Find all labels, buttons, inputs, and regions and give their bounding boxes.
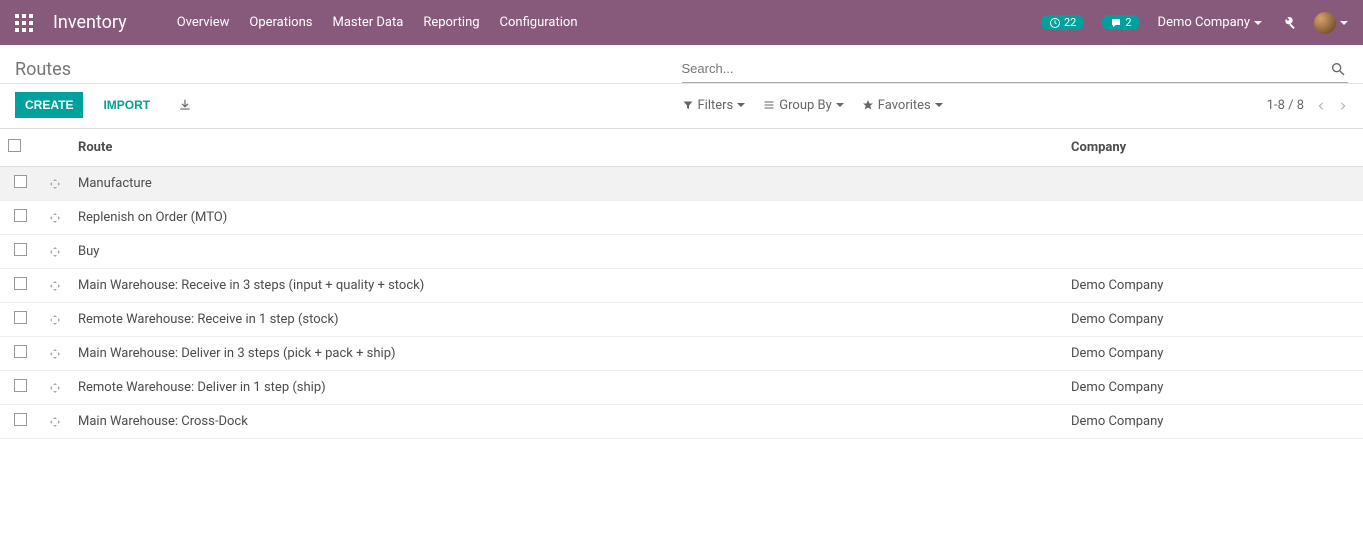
main-menu: Overview Operations Master Data Reportin… [167,15,1041,30]
route-cell: Replenish on Order (MTO) [78,210,227,225]
column-route[interactable]: Route [70,129,1063,167]
drag-handle-icon[interactable] [49,414,61,429]
route-cell: Buy [78,244,99,259]
row-checkbox[interactable] [14,209,27,222]
apps-icon[interactable] [15,14,33,32]
pager-next-icon[interactable] [1338,96,1348,115]
company-cell: Demo Company [1071,278,1163,293]
route-cell: Remote Warehouse: Deliver in 1 step (shi… [78,380,326,395]
drag-handle-icon[interactable] [49,278,61,293]
company-cell: Demo Company [1071,380,1163,395]
drag-handle-icon[interactable] [49,380,61,395]
control-panel-top: Routes [0,45,1363,84]
drag-handle-icon[interactable] [49,312,61,327]
drag-handle-icon[interactable] [49,210,61,225]
developer-tools-icon[interactable] [1280,15,1296,31]
messages-count: 2 [1125,16,1131,29]
table-row[interactable]: Manufacture [0,167,1363,201]
caret-down-icon [935,103,943,107]
search-icon[interactable] [1328,61,1348,77]
nav-right: 22 2 Demo Company [1041,12,1348,34]
table-row[interactable]: Remote Warehouse: Deliver in 1 step (shi… [0,371,1363,405]
caret-down-icon [737,103,745,107]
avatar [1314,12,1336,34]
search-input[interactable] [682,55,1329,82]
table-row[interactable]: Remote Warehouse: Receive in 1 step (sto… [0,303,1363,337]
row-checkbox[interactable] [14,311,27,324]
route-cell: Main Warehouse: Deliver in 3 steps (pick… [78,346,396,361]
company-cell: Demo Company [1071,346,1163,361]
row-checkbox[interactable] [14,345,27,358]
menu-master-data[interactable]: Master Data [322,15,413,30]
activities-count: 22 [1064,16,1076,29]
row-checkbox[interactable] [14,243,27,256]
filters-label: Filters [698,98,734,113]
table-row[interactable]: Replenish on Order (MTO) [0,201,1363,235]
import-button[interactable]: Import [93,92,160,118]
messages-badge[interactable]: 2 [1102,15,1139,30]
pager: 1-8 / 8 [1267,96,1348,115]
pager-prev-icon[interactable] [1316,96,1326,115]
control-panel-bottom: Create Import Filters Group By Favorites… [0,84,1363,128]
filters-dropdown[interactable]: Filters [682,98,746,113]
create-button[interactable]: Create [15,92,83,118]
brand-title[interactable]: Inventory [53,12,127,33]
search-area [682,55,1349,83]
table-row[interactable]: Buy [0,235,1363,269]
caret-down-icon [836,103,844,107]
menu-reporting[interactable]: Reporting [413,15,489,30]
caret-down-icon [1340,21,1348,25]
favorites-dropdown[interactable]: Favorites [862,98,943,113]
route-cell: Main Warehouse: Receive in 3 steps (inpu… [78,278,424,293]
activities-badge[interactable]: 22 [1041,15,1084,30]
company-switcher[interactable]: Demo Company [1158,15,1262,30]
menu-configuration[interactable]: Configuration [490,15,588,30]
favorites-label: Favorites [878,98,931,113]
top-nav: Inventory Overview Operations Master Dat… [0,0,1363,45]
table-row[interactable]: Main Warehouse: Cross-Dock Demo Company [0,405,1363,439]
drag-handle-icon[interactable] [49,244,61,259]
company-cell: Demo Company [1071,312,1163,327]
drag-handle-icon[interactable] [49,346,61,361]
groupby-label: Group By [779,98,832,113]
company-name: Demo Company [1158,15,1250,30]
user-menu[interactable] [1314,12,1348,34]
select-all-checkbox[interactable] [8,139,21,152]
caret-down-icon [1254,21,1262,25]
breadcrumb: Routes [15,55,682,80]
table-row[interactable]: Main Warehouse: Deliver in 3 steps (pick… [0,337,1363,371]
company-cell: Demo Company [1071,414,1163,429]
pager-value[interactable]: 1-8 / 8 [1267,98,1304,113]
download-icon[interactable] [178,98,192,113]
row-checkbox[interactable] [14,175,27,188]
route-cell: Manufacture [78,176,152,191]
route-cell: Remote Warehouse: Receive in 1 step (sto… [78,312,339,327]
menu-overview[interactable]: Overview [167,15,240,30]
routes-table: Route Company Manufacture Replenish on Or… [0,128,1363,439]
drag-handle-icon[interactable] [49,176,61,191]
row-checkbox[interactable] [14,379,27,392]
menu-operations[interactable]: Operations [239,15,322,30]
row-checkbox[interactable] [14,277,27,290]
route-cell: Main Warehouse: Cross-Dock [78,414,248,429]
groupby-dropdown[interactable]: Group By [763,98,844,113]
row-checkbox[interactable] [14,413,27,426]
table-row[interactable]: Main Warehouse: Receive in 3 steps (inpu… [0,269,1363,303]
column-company[interactable]: Company [1063,129,1363,167]
